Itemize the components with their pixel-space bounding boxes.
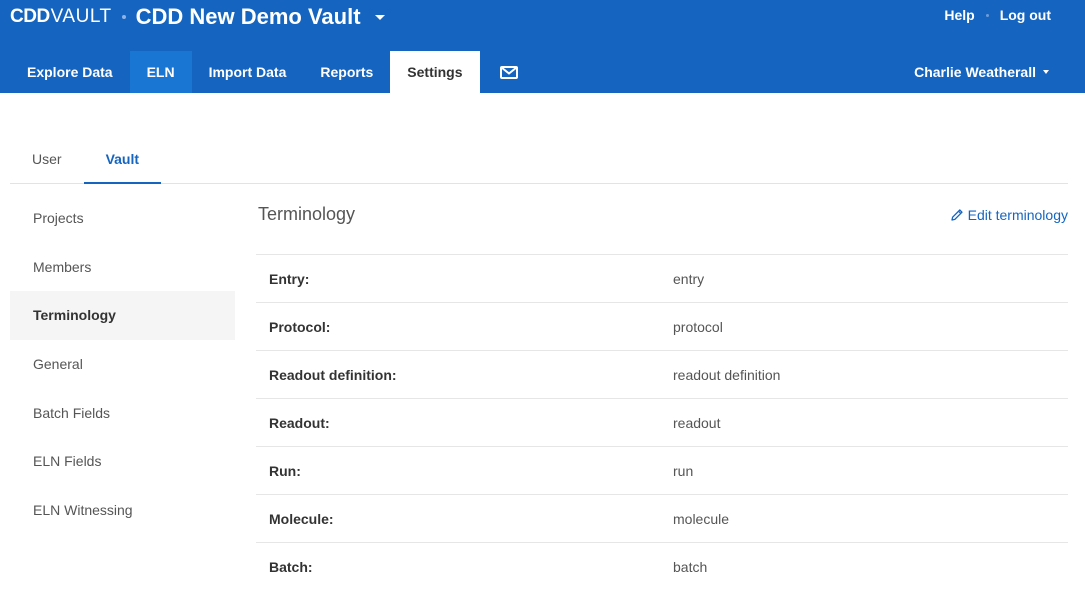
top-links-separator	[985, 13, 989, 17]
term-label: Readout:	[269, 414, 330, 431]
term-value: readout definition	[673, 366, 781, 383]
term-label: Entry:	[269, 270, 310, 287]
main-nav: Explore Data ELN Import Data Reports Set…	[10, 51, 530, 93]
subtab-vault[interactable]: Vault	[83, 135, 162, 184]
term-value: batch	[673, 559, 708, 575]
term-label: Run:	[269, 462, 301, 479]
term-value: run	[673, 462, 694, 479]
term-label: Batch:	[269, 559, 313, 575]
table-row: Entry: entry	[256, 255, 1068, 303]
page-title: Terminology	[258, 204, 356, 224]
table-row: Batch: batch	[256, 543, 1068, 591]
sidebar-item-batch-fields[interactable]: Batch Fields	[10, 388, 235, 437]
term-value: entry	[673, 270, 705, 287]
pencil-icon	[950, 209, 963, 221]
user-menu[interactable]: Charlie Weatherall	[914, 64, 1049, 80]
user-dropdown-caret-icon	[1043, 70, 1049, 74]
nav-tab-import-data[interactable]: Import Data	[192, 51, 304, 93]
nav-tab-reports[interactable]: Reports	[303, 51, 390, 93]
top-links: Help Log out	[944, 7, 1051, 23]
vault-dropdown-caret-icon[interactable]	[374, 14, 385, 20]
mail-button[interactable]	[480, 51, 530, 93]
subtab-user[interactable]: User	[10, 135, 84, 183]
logout-link[interactable]: Log out	[1000, 7, 1051, 23]
settings-sidebar: Projects Members Terminology General Bat…	[10, 194, 235, 534]
sidebar-item-general[interactable]: General	[10, 340, 235, 389]
sidebar-item-terminology[interactable]: Terminology	[10, 291, 235, 340]
sidebar-item-members[interactable]: Members	[10, 243, 235, 292]
edit-terminology-link[interactable]: Edit terminology	[950, 207, 1068, 223]
vault-name[interactable]: CDD New Demo Vault	[136, 4, 361, 30]
term-label: Readout definition:	[269, 366, 397, 383]
brand: CDD VAULT CDD New Demo Vault	[10, 4, 385, 30]
settings-subtabs: User Vault	[10, 135, 1068, 184]
term-value: readout	[673, 414, 721, 431]
top-header: CDD VAULT CDD New Demo Vault Help Log ou…	[0, 0, 1085, 93]
terminology-table: Entry: entry Protocol: protocol Readout …	[256, 254, 1068, 591]
table-row: Molecule: molecule	[256, 495, 1068, 543]
table-row: Protocol: protocol	[256, 303, 1068, 351]
help-link[interactable]: Help	[944, 7, 974, 23]
term-label: Molecule:	[269, 510, 334, 527]
sidebar-item-eln-witnessing[interactable]: ELN Witnessing	[10, 486, 235, 535]
vault-logo-text: VAULT	[50, 6, 112, 27]
table-row: Run: run	[256, 447, 1068, 495]
sidebar-item-eln-fields[interactable]: ELN Fields	[10, 437, 235, 486]
nav-tab-eln[interactable]: ELN	[129, 51, 192, 93]
sidebar-item-projects[interactable]: Projects	[10, 194, 235, 243]
envelope-icon	[499, 65, 518, 79]
term-label: Protocol:	[269, 318, 331, 335]
table-row: Readout: readout	[256, 399, 1068, 447]
nav-tab-explore-data[interactable]: Explore Data	[10, 51, 130, 93]
term-value: protocol	[673, 318, 723, 335]
brand-separator	[121, 15, 126, 19]
user-name: Charlie Weatherall	[914, 64, 1036, 80]
cdd-logo[interactable]: CDD	[10, 6, 50, 28]
edit-terminology-label: Edit terminology	[967, 207, 1068, 223]
table-row: Readout definition: readout definition	[256, 351, 1068, 399]
term-value: molecule	[673, 510, 730, 527]
nav-tab-settings[interactable]: Settings	[390, 51, 480, 93]
